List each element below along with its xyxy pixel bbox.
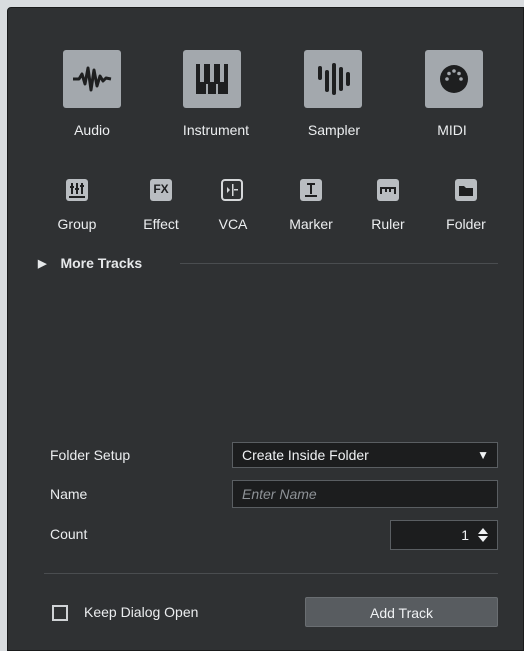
group-label: Group xyxy=(57,216,97,232)
audio-track-button[interactable] xyxy=(63,50,121,108)
count-stepper[interactable]: 1 xyxy=(390,520,498,550)
group-track-button[interactable] xyxy=(66,179,88,201)
ruler-label: Ruler xyxy=(371,216,405,232)
sampler-label: Sampler xyxy=(307,122,361,138)
ruler-track-button[interactable] xyxy=(377,179,399,201)
midi-track-button[interactable] xyxy=(425,50,483,108)
name-label: Name xyxy=(50,486,88,502)
vca-icon xyxy=(227,184,238,196)
audio-label: Audio xyxy=(74,122,110,138)
instrument-label: Instrument xyxy=(182,122,250,138)
folder-setup-select[interactable]: Create Inside Folder ▼ xyxy=(232,442,498,468)
midi-label: MIDI xyxy=(437,122,467,138)
ruler-icon xyxy=(380,187,396,194)
count-label: Count xyxy=(50,526,88,542)
piano-keys-icon xyxy=(196,64,228,94)
marker-track-button[interactable] xyxy=(300,179,322,201)
fx-icon: FX xyxy=(153,182,169,196)
folder-icon xyxy=(459,186,473,196)
more-tracks-toggle[interactable]: ▶ More Tracks xyxy=(38,254,142,272)
more-tracks-label: More Tracks xyxy=(60,255,143,271)
effect-track-button[interactable]: FX xyxy=(150,179,172,201)
marker-label: Marker xyxy=(289,216,333,232)
marker-icon xyxy=(305,183,317,197)
folder-setup-label: Folder Setup xyxy=(50,447,131,463)
name-input[interactable] xyxy=(232,480,498,508)
waveform-icon xyxy=(73,66,112,92)
folder-label: Folder xyxy=(446,216,486,232)
vca-track-button[interactable] xyxy=(221,179,243,201)
midi-connector-icon xyxy=(440,65,468,93)
section-divider xyxy=(180,263,498,264)
instrument-track-button[interactable] xyxy=(183,50,241,108)
chevron-down-icon: ▼ xyxy=(477,448,489,462)
add-track-dialog: Audio Instrument Sampler MIDI Group FX E… xyxy=(7,7,524,651)
triangle-right-icon: ▶ xyxy=(38,257,47,270)
add-track-button[interactable]: Add Track xyxy=(305,597,498,627)
folder-setup-value: Create Inside Folder xyxy=(242,447,369,463)
sampler-bars-icon xyxy=(318,63,350,95)
sampler-track-button[interactable] xyxy=(304,50,362,108)
count-value: 1 xyxy=(461,527,469,543)
folder-track-button[interactable] xyxy=(455,179,477,201)
keep-dialog-open-checkbox[interactable] xyxy=(52,605,68,621)
footer-divider xyxy=(44,573,498,574)
vca-label: VCA xyxy=(218,216,248,232)
spin-arrows-icon[interactable] xyxy=(477,526,489,544)
keep-dialog-open-label[interactable]: Keep Dialog Open xyxy=(84,604,198,620)
effect-label: Effect xyxy=(143,216,179,232)
group-faders-icon xyxy=(69,183,85,198)
